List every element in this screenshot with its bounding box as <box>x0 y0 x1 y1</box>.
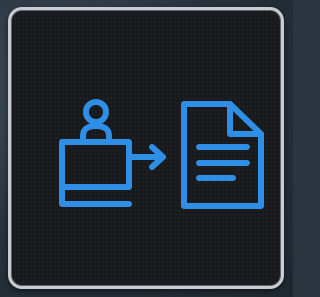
desk-icon <box>59 139 132 190</box>
document-icon <box>181 101 264 209</box>
check-in-to-document-icon <box>59 99 264 209</box>
person-head-icon <box>83 99 109 125</box>
app-tile-button[interactable] <box>8 7 284 289</box>
